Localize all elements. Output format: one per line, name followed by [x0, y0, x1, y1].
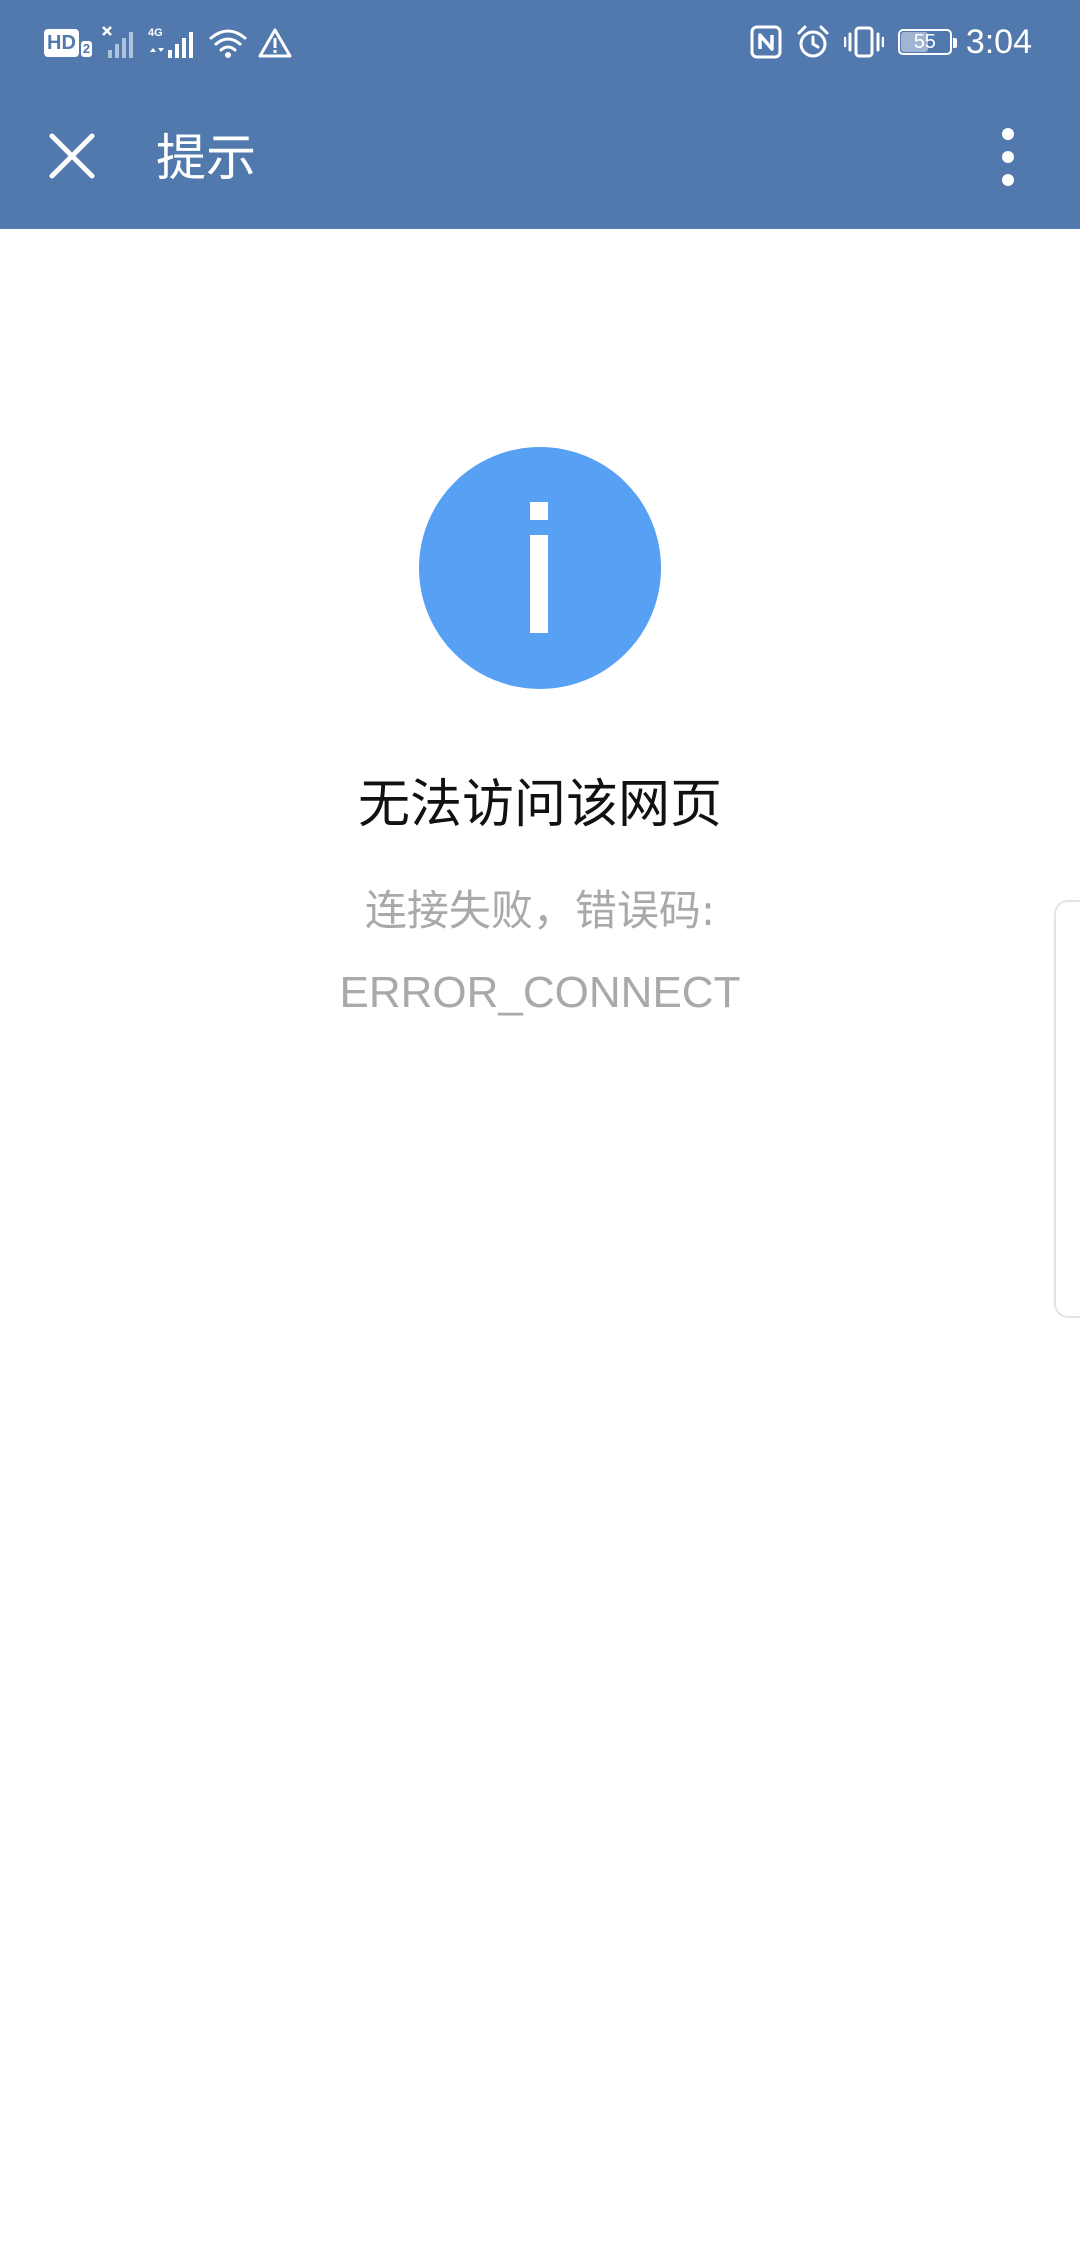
status-time: 3:04: [965, 22, 1032, 61]
top-header: HD 2 4G 55 3:04 提示: [0, 0, 1080, 229]
battery-icon: 55: [897, 29, 957, 55]
svg-text:4G: 4G: [148, 27, 163, 39]
side-panel-handle[interactable]: [1054, 900, 1080, 1318]
info-icon-dot: [530, 502, 548, 520]
error-code: ERROR_CONNECT: [339, 968, 741, 1017]
vibrate-icon: [843, 25, 884, 59]
error-message: 连接失败，错误码: ERROR_CONNECT: [0, 870, 1080, 1034]
more-vert-icon: [1002, 128, 1014, 140]
hd-sub-label: 2: [80, 41, 93, 57]
more-vert-icon-dot: [1002, 151, 1014, 163]
status-bar-right: 55 3:04: [750, 18, 1032, 66]
warning-icon: [258, 27, 292, 59]
wifi-icon: [208, 26, 248, 60]
info-icon: [419, 447, 661, 689]
hd-label: HD: [44, 29, 79, 57]
alarm-icon: [796, 25, 830, 59]
battery-level: 55: [913, 30, 936, 53]
signal-4g-icon: 4G: [148, 26, 198, 60]
info-icon-bar: [530, 535, 548, 633]
signal-no-service-icon: [102, 26, 138, 60]
close-button[interactable]: [40, 124, 104, 188]
status-bar-left: HD 2 4G: [44, 22, 292, 64]
error-title: 无法访问该网页: [357, 775, 722, 835]
hd-voice-icon: HD 2: [44, 29, 93, 57]
close-icon: [49, 133, 95, 179]
nfc-icon: [750, 25, 782, 59]
more-options-button[interactable]: [978, 122, 1038, 192]
error-message-line1: 连接失败，错误码:: [364, 886, 716, 935]
page-title: 提示: [156, 129, 256, 187]
app-bar: 提示: [0, 86, 1080, 229]
status-bar: HD 2 4G 55 3:04: [0, 0, 1080, 86]
more-vert-icon-dot: [1002, 174, 1014, 186]
